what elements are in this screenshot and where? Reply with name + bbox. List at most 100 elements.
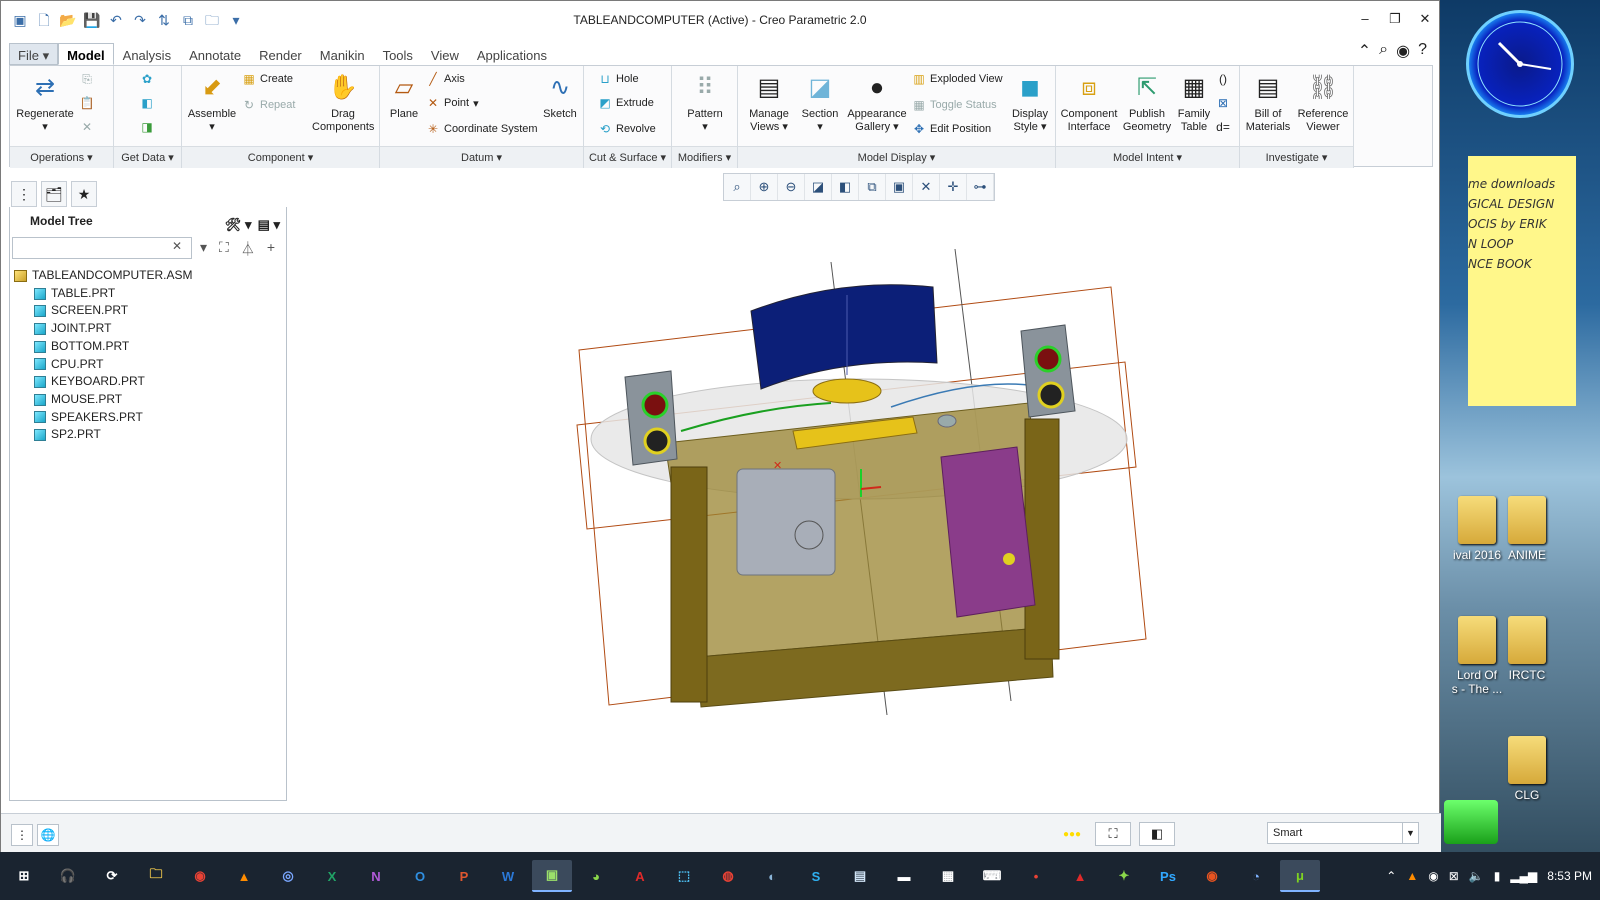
browser-icon[interactable]: ◎ (268, 860, 308, 892)
creo-icon[interactable]: ▣ (532, 860, 572, 892)
tab-annotate[interactable]: Annotate (180, 43, 250, 65)
datum-display-icon[interactable]: ✕ (913, 174, 940, 200)
tree-node[interactable]: SPEAKERS.PRT (14, 409, 192, 427)
app-2016-icon[interactable]: ✦ (1104, 860, 1144, 892)
excel-icon[interactable]: X (312, 860, 352, 892)
task-view-icon[interactable]: ⟳ (92, 860, 132, 892)
sticky-note[interactable]: me downloads GICAL DESIGN OCIS by ERIK N… (1468, 156, 1576, 406)
help-icon[interactable]: ? (1418, 41, 1427, 61)
tree-node[interactable]: CPU.PRT (14, 356, 192, 374)
toggle-status-button[interactable]: ▦ Toggle Status (912, 98, 996, 112)
model-viewport[interactable]: ✕ (291, 207, 1435, 811)
add-icon[interactable]: + (267, 239, 275, 259)
android-icon[interactable]: ◕ (576, 860, 616, 892)
skype-icon[interactable]: S (796, 860, 836, 892)
folder-browser-tab-icon[interactable]: 🗂 (41, 181, 67, 207)
axis-button[interactable]: ╱ Axis (426, 72, 464, 86)
terminal-icon[interactable]: ▬ (884, 860, 924, 892)
favorites-tab-icon[interactable]: ★ (71, 181, 97, 207)
publish-geometry-button[interactable]: ⇱ Publish Geometry (1120, 70, 1174, 134)
user-defined-feature-button[interactable]: ✿ (140, 72, 154, 86)
battery-icon[interactable]: ▮ (1494, 869, 1501, 883)
table-leg[interactable] (1024, 418, 1060, 660)
pattern-button[interactable]: ⠿ Pattern ▾ (680, 70, 730, 134)
settings-icon[interactable]: 🛠 ▾ (225, 211, 252, 239)
component-interface-button[interactable]: ⧈ Component Interface (1058, 70, 1120, 134)
clock-icon[interactable]: ◔ (1236, 860, 1276, 892)
copy-button[interactable]: ⎘ (80, 72, 94, 86)
word-icon[interactable]: W (488, 860, 528, 892)
delete-button[interactable]: ✕ (80, 120, 94, 134)
tree-node[interactable]: JOINT.PRT (14, 320, 192, 338)
shrinkwrap-button[interactable]: ◨ (140, 120, 154, 134)
photoshop-icon[interactable]: Ps (1148, 860, 1188, 892)
zoom-out-icon[interactable]: ⊖ (778, 174, 805, 200)
point-button[interactable]: ✕ Point ▾ (426, 96, 479, 110)
manage-views-button[interactable]: ▤ Manage Views ▾ (742, 70, 796, 134)
file-explorer-icon[interactable]: 🗀 (136, 860, 176, 892)
extrude-button[interactable]: ◩ Extrude (598, 96, 654, 110)
edit-position-button[interactable]: ✥ Edit Position (912, 122, 991, 136)
notepad-icon[interactable]: ▤ (840, 860, 880, 892)
annotation-display-icon[interactable]: ⊶ (967, 174, 994, 200)
monitor-screen[interactable] (750, 284, 938, 390)
tray-app-icon[interactable]: ◉ (1428, 869, 1438, 883)
table-leg[interactable] (670, 466, 708, 703)
vlc-tray-icon[interactable]: ▲ (1406, 869, 1418, 883)
volume-icon[interactable]: 🔈 (1469, 869, 1484, 883)
tab-view[interactable]: View (422, 43, 468, 65)
select-box-icon[interactable]: ◧ (1139, 822, 1175, 846)
restore-icon[interactable]: ❐ (1389, 11, 1401, 27)
group-label[interactable]: Modifiers ▾ (672, 146, 737, 168)
powerpoint-icon[interactable]: P (444, 860, 484, 892)
steam-icon[interactable]: ◐ (752, 860, 792, 892)
exploded-view-button[interactable]: ▥ Exploded View (912, 72, 1002, 86)
group-label[interactable]: Model Display ▾ (738, 146, 1055, 168)
model-tree-search-input[interactable] (12, 237, 192, 259)
minimize-icon[interactable]: – (1359, 11, 1371, 27)
tree-root[interactable]: TABLEANDCOMPUTER.ASM (14, 267, 192, 285)
desktop-icon-irctc[interactable]: IRCTC (1492, 616, 1562, 682)
refit-icon[interactable]: ⌕ (724, 174, 751, 200)
media-icon[interactable]: ◍ (708, 860, 748, 892)
tab-analysis[interactable]: Analysis (114, 43, 180, 65)
chevron-down-icon[interactable]: ▼ (1402, 823, 1418, 843)
appearance-gallery-button[interactable]: ● Appearance Gallery ▾ (844, 70, 910, 134)
desktop-icon-clg[interactable]: CLG (1492, 736, 1562, 802)
search-icon[interactable]: ⌕ (1379, 41, 1388, 61)
reference-viewer-button[interactable]: ⛓ Reference Viewer (1294, 70, 1352, 134)
tab-manikin[interactable]: Manikin (311, 43, 374, 65)
tab-file[interactable]: File ▾ (9, 43, 59, 65)
group-label[interactable]: Datum ▾ (380, 146, 583, 168)
keyboard-icon[interactable]: ⌨ (972, 860, 1012, 892)
selection-filter-select[interactable]: Smart ▼ (1267, 822, 1419, 844)
calculator-icon[interactable]: ▦ (928, 860, 968, 892)
repaint-icon[interactable]: ◪ (805, 174, 832, 200)
group-label[interactable]: Investigate ▾ (1240, 146, 1353, 168)
tree-node[interactable]: KEYBOARD.PRT (14, 373, 192, 391)
group-label[interactable]: Component ▾ (182, 146, 379, 168)
ptc-community-icon[interactable]: ◉ (1396, 41, 1410, 61)
find-icon[interactable]: ⛶ (1095, 822, 1131, 846)
assemble-button[interactable]: ⬋ Assemble ▾ (184, 70, 240, 134)
browser-toggle-icon[interactable]: 🌐 (37, 824, 59, 846)
sketch-button[interactable]: ∿ Sketch (540, 70, 580, 121)
bottom-box[interactable] (736, 468, 836, 576)
coordinate-system-button[interactable]: ✳ Coordinate System (426, 122, 538, 136)
repeat-button[interactable]: ↻ Repeat (242, 98, 296, 112)
outlook-icon[interactable]: O (400, 860, 440, 892)
utorrent-icon[interactable]: μ (1280, 860, 1320, 892)
graphics-area[interactable]: ✕ (291, 207, 1435, 811)
model-tree-tab-icon[interactable]: ⋮ (11, 181, 37, 207)
regenerate-button[interactable]: ⇄ Regenerate ▾ (14, 70, 76, 134)
bill-of-materials-button[interactable]: ▤ Bill of Materials (1242, 70, 1294, 134)
group-label[interactable]: Get Data ▾ (114, 146, 181, 168)
tab-applications[interactable]: Applications (468, 43, 556, 65)
tree-node[interactable]: MOUSE.PRT (14, 391, 192, 409)
find-binoculars-icon[interactable]: ⛶ (219, 239, 229, 259)
plane-button[interactable]: ▱ Plane (382, 70, 426, 121)
hole-button[interactable]: ⊔ Hole (598, 72, 638, 86)
onenote-icon[interactable]: N (356, 860, 396, 892)
group-label[interactable]: Model Intent ▾ (1056, 146, 1239, 168)
display-style-icon[interactable]: ◧ (832, 174, 859, 200)
